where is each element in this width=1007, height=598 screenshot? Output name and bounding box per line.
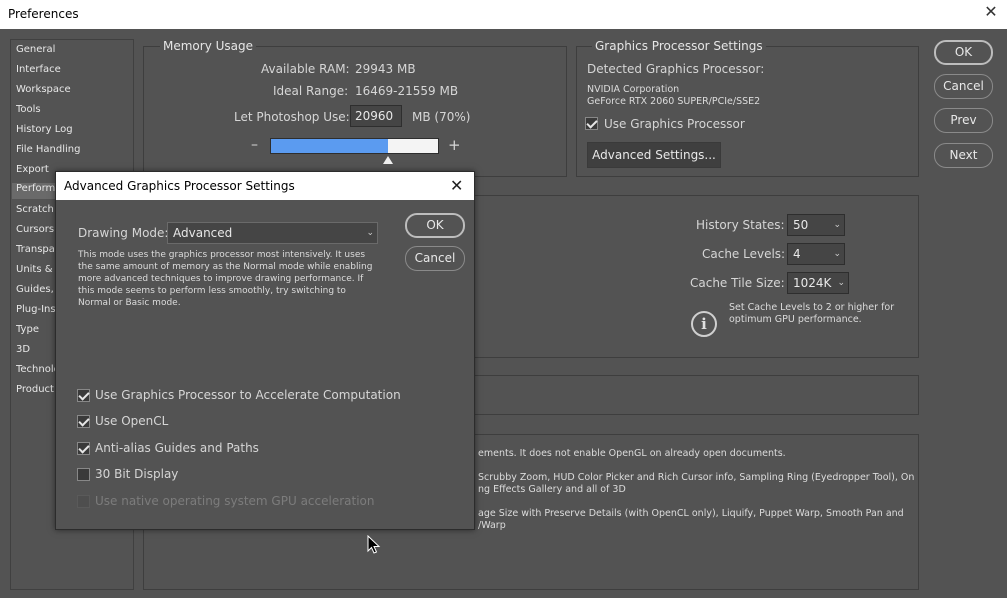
available-ram-value: 29943 MB (355, 62, 416, 76)
cache-tile-size-select[interactable]: 1024K ⌄ (787, 272, 849, 294)
cache-info-line2: optimum GPU performance. (729, 314, 862, 325)
chevron-down-icon: ⌄ (833, 220, 841, 230)
sidebar-item-type[interactable]: Type (16, 324, 39, 335)
history-states-label: History States: (696, 218, 785, 232)
let-photoshop-use-label: Let Photoshop Use: (234, 110, 350, 124)
gpu-model: GeForce RTX 2060 SUPER/PCIe/SSE2 (587, 96, 761, 107)
native-gpu-acceleration-label: Use native operating system GPU accelera… (95, 494, 375, 508)
cache-tile-size-value: 1024K (793, 276, 832, 290)
native-gpu-acceleration-checkbox (77, 495, 90, 508)
sidebar-item-export[interactable]: Export (16, 164, 49, 175)
info-icon: i (691, 311, 717, 337)
accelerate-computation-checkbox[interactable] (77, 389, 90, 402)
ideal-range-label: Ideal Range: (273, 84, 349, 98)
sidebar-item-technology[interactable]: Technolo (16, 364, 60, 375)
dialog-titlebar: Advanced Graphics Processor Settings ✕ (56, 172, 474, 200)
sidebar-item-transparency[interactable]: Transpar (16, 244, 59, 255)
dialog-cancel-button[interactable]: Cancel (405, 246, 465, 271)
close-icon[interactable]: ✕ (984, 4, 998, 22)
let-photoshop-use-percent: MB (70%) (412, 110, 471, 124)
sidebar-item-file-handling[interactable]: File Handling (16, 144, 81, 155)
gpu-info-line4: age Size with Preserve Details (with Ope… (478, 508, 904, 519)
memory-slider-handle[interactable] (382, 156, 393, 164)
accelerate-computation-label: Use Graphics Processor to Accelerate Com… (95, 388, 401, 402)
sidebar-item-performance[interactable]: Performa (12, 183, 57, 199)
use-gpu-checkbox[interactable] (585, 117, 598, 130)
ok-button[interactable]: OK (934, 40, 993, 65)
sidebar-item-general[interactable]: General (16, 44, 55, 55)
sidebar-item-cursors[interactable]: Cursors (16, 224, 54, 235)
gpu-info-line5: /Warp (478, 520, 506, 531)
memory-slider-track[interactable] (270, 138, 439, 154)
sidebar-item-tools[interactable]: Tools (16, 104, 41, 115)
dialog-ok-button[interactable]: OK (405, 213, 465, 238)
sidebar-item-3d[interactable]: 3D (16, 344, 30, 355)
drawing-mode-label: Drawing Mode: (78, 226, 169, 240)
drawing-mode-select[interactable]: Advanced ⌄ (167, 222, 378, 244)
gpu-settings-title: Graphics Processor Settings (592, 39, 766, 53)
cache-levels-value: 4 (793, 247, 801, 261)
chevron-down-icon: ⌄ (833, 249, 841, 259)
use-opencl-label: Use OpenCL (95, 414, 169, 428)
drawing-mode-description-2: the same amount of memory as the Normal … (78, 262, 373, 272)
increase-button[interactable]: + (448, 136, 461, 154)
dialog-title: Advanced Graphics Processor Settings (64, 179, 295, 193)
window-titlebar: Preferences ✕ (0, 0, 1007, 29)
memory-slider-fill (271, 139, 388, 153)
drawing-mode-description-5: Normal or Basic mode. (78, 298, 181, 308)
sidebar-item-workspace[interactable]: Workspace (16, 84, 71, 95)
use-gpu-label: Use Graphics Processor (604, 117, 745, 131)
decrease-button[interactable]: – (251, 137, 258, 153)
available-ram-label: Available RAM: (261, 62, 350, 76)
sidebar-item-interface[interactable]: Interface (16, 64, 61, 75)
anti-alias-label: Anti-alias Guides and Paths (95, 441, 259, 455)
next-button[interactable]: Next (934, 143, 993, 168)
close-icon[interactable]: ✕ (450, 176, 463, 196)
chevron-down-icon: ⌄ (366, 228, 374, 238)
mouse-cursor-icon (367, 535, 381, 554)
cache-levels-select[interactable]: 4 ⌄ (787, 243, 845, 265)
memory-usage-title: Memory Usage (160, 39, 257, 53)
let-photoshop-use-input[interactable]: 20960 (350, 105, 402, 127)
history-states-value: 50 (793, 218, 809, 232)
gpu-info-line3: ng Effects Gallery and all of 3D (478, 484, 626, 495)
cache-info-line1: Set Cache Levels to 2 or higher for (729, 302, 895, 313)
sidebar-item-product[interactable]: Product I (16, 384, 60, 395)
cancel-button[interactable]: Cancel (934, 74, 993, 99)
gpu-vendor: NVIDIA Corporation (587, 84, 680, 95)
sidebar-item-history-log[interactable]: History Log (16, 124, 73, 135)
gpu-info-line2: Scrubby Zoom, HUD Color Picker and Rich … (478, 472, 915, 483)
advanced-gpu-dialog: Advanced Graphics Processor Settings ✕ D… (55, 171, 475, 530)
prev-button[interactable]: Prev (934, 108, 993, 133)
drawing-mode-description-4: this mode seems to perform less smoothly… (78, 286, 346, 296)
use-opencl-checkbox[interactable] (77, 415, 90, 428)
window-title: Preferences (8, 7, 79, 21)
chevron-down-icon: ⌄ (837, 278, 845, 288)
cache-levels-label: Cache Levels: (702, 247, 786, 261)
drawing-mode-value: Advanced (173, 226, 233, 240)
ideal-range-value: 16469-21559 MB (355, 84, 459, 98)
drawing-mode-description-1: This mode uses the graphics processor mo… (78, 250, 366, 260)
anti-alias-checkbox[interactable] (77, 442, 90, 455)
history-states-select[interactable]: 50 ⌄ (787, 214, 845, 236)
detected-gpu-label: Detected Graphics Processor: (587, 62, 765, 76)
30-bit-display-label: 30 Bit Display (95, 467, 179, 481)
advanced-settings-button[interactable]: Advanced Settings... (587, 142, 721, 168)
cache-tile-size-label: Cache Tile Size: (690, 276, 785, 290)
drawing-mode-description-3: more advanced techniques to improve draw… (78, 274, 364, 284)
gpu-info-line1: ements. It does not enable OpenGL on alr… (478, 448, 786, 459)
sidebar-item-plugins[interactable]: Plug-Ins (16, 304, 56, 315)
30-bit-display-checkbox[interactable] (77, 468, 90, 481)
